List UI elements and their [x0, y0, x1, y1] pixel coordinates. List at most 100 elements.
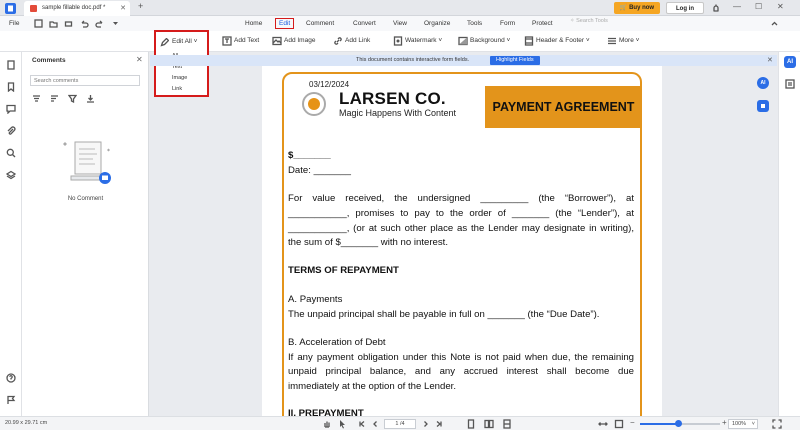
export-comments-icon[interactable] [86, 94, 95, 103]
cart-icon: 🛒 [619, 5, 628, 11]
menu-organize[interactable]: Organize [421, 18, 453, 29]
floating-ai-icon[interactable]: AI [757, 77, 769, 89]
watermark-label: Watermark [405, 37, 437, 44]
pdf-file-icon [30, 5, 37, 12]
help-icon[interactable] [6, 373, 16, 383]
menu-lines-icon [608, 37, 616, 45]
print-icon[interactable] [64, 19, 73, 28]
search-comments-input[interactable] [30, 75, 140, 86]
next-page-icon[interactable] [422, 420, 430, 428]
add-link-button[interactable]: Add Link [333, 35, 370, 47]
document-tab[interactable]: sample fillable doc.pdf * ✕ [24, 1, 130, 16]
undo-icon[interactable] [80, 19, 89, 28]
date-field[interactable]: Date: _______ [288, 163, 634, 178]
menu-view[interactable]: View [390, 18, 410, 29]
highlight-fields-button[interactable]: Highlight Fields [490, 56, 540, 65]
filter-icon[interactable] [68, 94, 77, 103]
document-page: 03/12/2024 LARSEN CO. Magic Happens With… [262, 66, 662, 416]
close-window-icon[interactable]: ✕ [777, 2, 784, 11]
log-in-button[interactable]: Log in [666, 2, 704, 14]
ai-assistant-icon[interactable]: AI [784, 56, 796, 68]
menu-convert[interactable]: Convert [350, 18, 379, 29]
close-panel-icon[interactable]: ✕ [136, 55, 143, 64]
minimize-icon[interactable]: — [733, 2, 741, 11]
flag-icon[interactable] [6, 395, 16, 405]
page-thumbnail-icon[interactable] [6, 60, 16, 70]
menu-home[interactable]: Home [242, 18, 265, 29]
buy-now-button[interactable]: 🛒 Buy now [614, 2, 660, 14]
fit-page-icon[interactable] [614, 419, 624, 429]
menu-edit[interactable]: Edit [275, 18, 295, 29]
section-a-text: The unpaid principal shall be payable in… [288, 309, 600, 320]
zoom-slider[interactable] [640, 420, 720, 427]
amount-field[interactable]: $_______ [288, 148, 634, 163]
double-page-view-icon[interactable] [484, 419, 494, 429]
menu-file[interactable]: File [6, 18, 22, 29]
edit-all-button[interactable]: Edit All ˅ [160, 38, 198, 47]
header-footer-button[interactable]: Header & Footer ˅ [524, 35, 590, 47]
zoom-in-icon[interactable]: + [722, 418, 727, 427]
fit-width-icon[interactable] [598, 419, 608, 429]
no-comment-text: No Comment [67, 196, 104, 202]
section-b-line: unpaid principal balance, and any accrue… [288, 366, 634, 377]
select-tool-icon[interactable] [338, 419, 348, 429]
filter-list-icon[interactable] [32, 94, 41, 103]
search-tools[interactable]: ✧ Search Tools [570, 18, 608, 24]
hand-tool-icon[interactable] [322, 419, 332, 429]
search-tools-label: Search Tools [576, 18, 608, 24]
notification-icon[interactable] [711, 3, 721, 13]
page-nav-icon[interactable] [757, 100, 769, 112]
chevron-down-icon: ˅ [436, 37, 443, 44]
add-text-button[interactable]: Add Text [222, 35, 259, 47]
paragraph-line: ___________, (or at such other place as … [288, 223, 634, 234]
zoom-slider-handle[interactable] [674, 420, 682, 427]
status-bar: 20.99 x 29.71 cm 1 /4 − + 100% ˅ [0, 416, 800, 430]
watermark-button[interactable]: Watermark ˅ [393, 35, 442, 47]
comments-panel-title: Comments [32, 57, 66, 64]
menu-tools[interactable]: Tools [464, 18, 485, 29]
redo-icon[interactable] [95, 19, 104, 28]
image-icon [272, 36, 282, 46]
chevron-down-icon: ˅ [633, 37, 640, 44]
save-icon[interactable] [34, 19, 43, 28]
section-b-line: immediately at the option of the Lender. [288, 381, 456, 392]
page-number-input[interactable]: 1 /4 [384, 419, 416, 429]
previous-page-icon[interactable] [371, 420, 379, 428]
search-icon[interactable] [6, 148, 16, 158]
header-footer-label: Header & Footer [536, 37, 585, 44]
zoom-out-icon[interactable]: − [630, 418, 635, 427]
pencil-icon [160, 38, 169, 47]
add-text-icon [222, 36, 232, 46]
scroll-view-icon[interactable] [502, 419, 512, 429]
close-tab-icon[interactable]: ✕ [120, 1, 126, 16]
comment-icon[interactable] [6, 104, 16, 114]
paragraph-line: For value received, the undersigned ____… [288, 193, 634, 204]
maximize-icon[interactable]: ☐ [755, 2, 762, 11]
more-button[interactable]: More ˅ [607, 35, 639, 47]
first-page-icon[interactable] [358, 420, 366, 428]
menu-comment[interactable]: Comment [303, 18, 337, 29]
properties-icon[interactable] [785, 79, 795, 89]
bookmark-icon[interactable] [6, 82, 16, 92]
layers-icon[interactable] [6, 170, 16, 180]
background-button[interactable]: Background ˅ [458, 35, 510, 47]
menu-protect[interactable]: Protect [529, 18, 556, 29]
menu-form[interactable]: Form [497, 18, 518, 29]
sort-icon[interactable] [50, 94, 59, 103]
open-folder-icon[interactable] [49, 19, 58, 28]
edit-option-link[interactable]: Link [172, 86, 182, 92]
fullscreen-icon[interactable] [772, 419, 782, 429]
last-page-icon[interactable] [435, 420, 443, 428]
edit-option-image[interactable]: Image [172, 75, 187, 81]
collapse-ribbon-icon[interactable] [770, 19, 779, 28]
quick-access-dropdown-icon[interactable] [112, 20, 119, 27]
close-banner-icon[interactable]: ✕ [767, 55, 773, 66]
zoom-level-select[interactable]: 100% ˅ [728, 419, 758, 429]
single-page-view-icon[interactable] [466, 419, 476, 429]
new-tab-icon[interactable]: + [138, 1, 143, 11]
payment-agreement-header: PAYMENT AGREEMENT [485, 86, 642, 128]
watermark-icon [393, 36, 403, 46]
attachment-icon[interactable] [6, 126, 16, 136]
add-image-button[interactable]: Add Image [272, 35, 315, 47]
chevron-down-icon: ˅ [191, 38, 198, 45]
